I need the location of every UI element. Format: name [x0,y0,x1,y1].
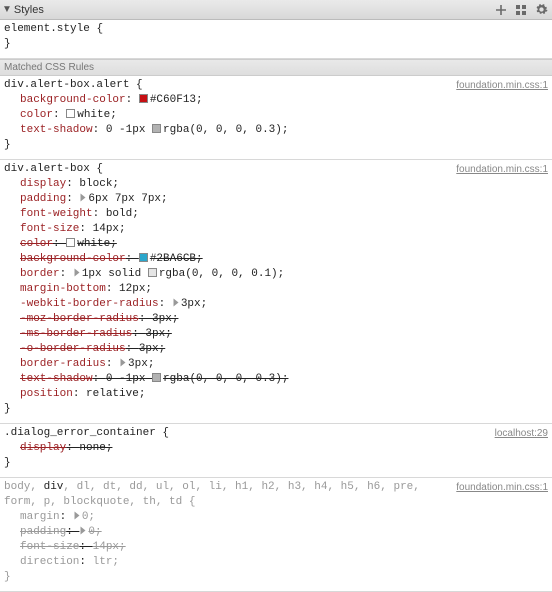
close-brace: } [4,402,548,417]
selector[interactable]: div.alert-box { [4,162,448,177]
close-brace: } [4,138,548,153]
panel-toolbar [494,3,548,17]
color-swatch-icon[interactable] [66,109,75,118]
styles-panel-header: ▼ Styles [0,0,552,20]
css-declaration[interactable]: font-size: 14px; [20,540,548,555]
expand-triangle-icon[interactable] [81,194,86,202]
selector[interactable]: body, div, dl, dt, dd, ul, ol, li, h1, h… [4,480,448,510]
css-rule-block[interactable]: body, div, dl, dt, dd, ul, ol, li, h1, h… [0,478,552,592]
expand-triangle-icon[interactable] [173,299,178,307]
disclosure-triangle-icon[interactable]: ▼ [2,4,12,15]
css-declaration[interactable]: border-radius: 3px; [20,357,548,372]
source-link[interactable]: foundation.min.css:1 [456,480,548,495]
source-link[interactable]: foundation.min.css:1 [456,78,548,93]
css-declaration[interactable]: border: 1px solid rgba(0, 0, 0, 0.1); [20,267,548,282]
expand-triangle-icon[interactable] [121,359,126,367]
css-rule-block[interactable]: .dialog_error_container { localhost:29dis… [0,424,552,478]
color-swatch-icon[interactable] [139,253,148,262]
css-declaration[interactable]: display: none; [20,441,548,456]
panel-title: Styles [14,4,494,16]
css-declaration[interactable]: display: block; [20,177,548,192]
settings-gear-icon[interactable] [534,3,548,17]
css-declaration[interactable]: -moz-border-radius: 3px; [20,312,548,327]
color-swatch-icon[interactable] [152,124,161,133]
css-declaration[interactable]: background-color: #2BA6CB; [20,252,548,267]
css-declaration[interactable]: text-shadow: 0 -1px rgba(0, 0, 0, 0.3); [20,123,548,138]
color-swatch-icon[interactable] [152,373,161,382]
selector-element-style[interactable]: element.style { [4,22,548,37]
close-brace: } [4,456,548,471]
matched-rules-label: Matched CSS Rules [0,59,552,76]
toggle-element-state-icon[interactable] [514,3,528,17]
css-declaration[interactable]: -ms-border-radius: 3px; [20,327,548,342]
css-declaration[interactable]: margin-bottom: 12px; [20,282,548,297]
css-declaration[interactable]: color: white; [20,108,548,123]
css-rule-block[interactable]: div.alert-box { foundation.min.css:1displ… [0,160,552,424]
selector[interactable]: .dialog_error_container { [4,426,487,441]
color-swatch-icon[interactable] [139,94,148,103]
css-declaration[interactable]: text-shadow: 0 -1px rgba(0, 0, 0, 0.3); [20,372,548,387]
expand-triangle-icon[interactable] [81,527,86,535]
css-declaration[interactable]: color: white; [20,237,548,252]
css-declaration[interactable]: font-weight: bold; [20,207,548,222]
source-link[interactable]: localhost:29 [495,426,548,441]
source-link[interactable]: foundation.min.css:1 [456,162,548,177]
new-style-rule-icon[interactable] [494,3,508,17]
css-declaration[interactable]: position: relative; [20,387,548,402]
css-declaration[interactable]: font-size: 14px; [20,222,548,237]
css-declaration[interactable]: background-color: #C60F13; [20,93,548,108]
element-style-block[interactable]: element.style { } [0,20,552,59]
css-declaration[interactable]: margin: 0; [20,510,548,525]
close-brace: } [4,37,548,52]
color-swatch-icon[interactable] [148,268,157,277]
close-brace: } [4,570,548,585]
css-declaration[interactable]: -webkit-border-radius: 3px; [20,297,548,312]
css-declaration[interactable]: padding: 0; [20,525,548,540]
css-declaration[interactable]: direction: ltr; [20,555,548,570]
selector[interactable]: div.alert-box.alert { [4,78,448,93]
css-declaration[interactable]: padding: 6px 7px 7px; [20,192,548,207]
color-swatch-icon[interactable] [66,238,75,247]
expand-triangle-icon[interactable] [74,269,79,277]
css-rule-block[interactable]: div.alert-box.alert { foundation.min.css:… [0,76,552,160]
expand-triangle-icon[interactable] [74,512,79,520]
css-declaration[interactable]: -o-border-radius: 3px; [20,342,548,357]
